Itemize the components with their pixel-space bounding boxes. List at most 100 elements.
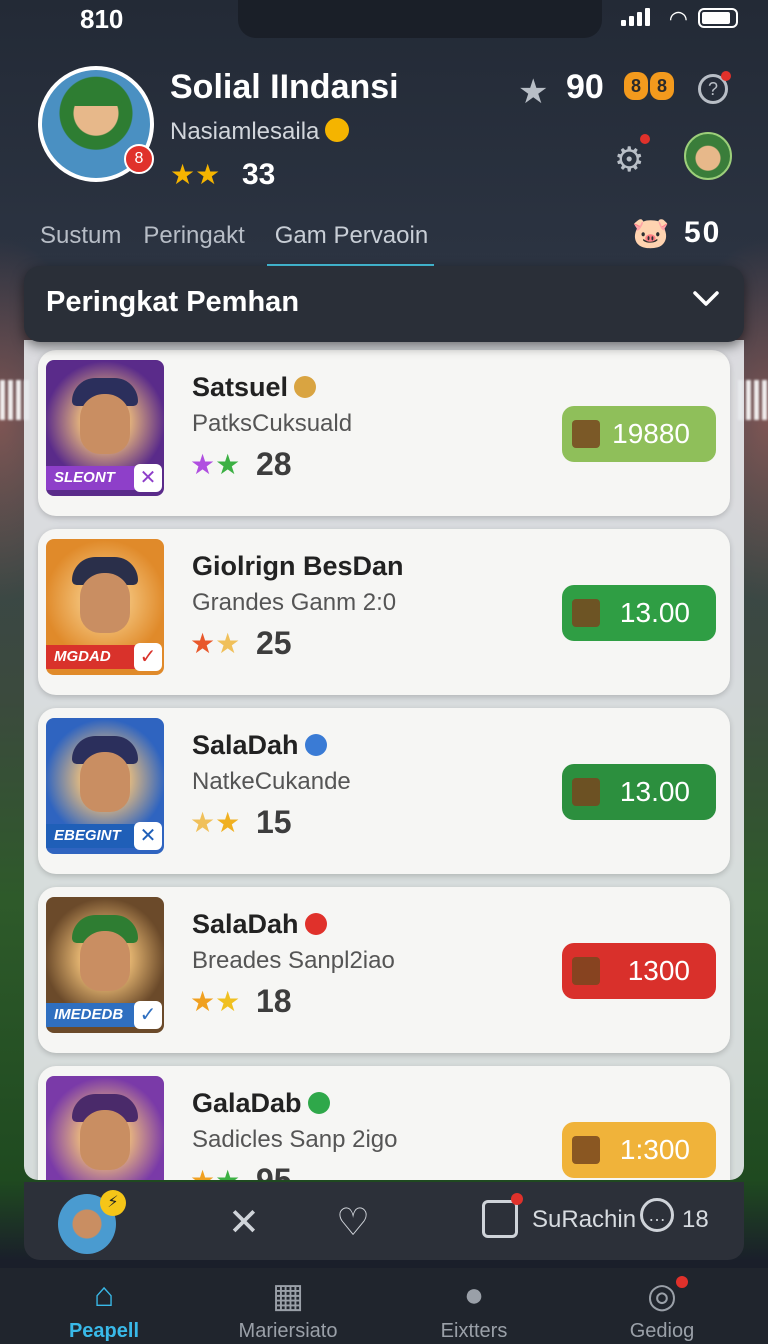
player-score: 15 [256, 804, 292, 840]
player-thumbnail [46, 1076, 164, 1180]
reward-icon [572, 1136, 600, 1164]
toolbar-avatar[interactable]: ⚡ [58, 1190, 126, 1254]
check-icon: ✓ [134, 1001, 162, 1029]
reward-button[interactable]: 1300 [562, 943, 716, 999]
friend-avatar[interactable] [684, 132, 732, 180]
player-name-line: GalaDab [192, 1088, 330, 1119]
player-score: 25 [256, 625, 292, 661]
check-icon: ✓ [134, 643, 162, 671]
notification-dot [721, 71, 731, 81]
message-icon[interactable] [482, 1193, 523, 1238]
player-status-icon [307, 1092, 330, 1114]
player-stars: ★★ [190, 448, 240, 481]
player-thumbnail: IMEDEDB ✓ [46, 897, 164, 1033]
tab-sustum[interactable]: Sustum [40, 222, 121, 268]
star-icon: ★ [190, 986, 216, 1017]
reward-button[interactable]: 19880 [562, 406, 716, 462]
player-stars: ★★ [190, 627, 240, 660]
star-icon: ★ [215, 986, 241, 1017]
player-score: 18 [256, 983, 292, 1019]
notification-dot [676, 1276, 688, 1288]
player-subtitle: Grandes Ganm 2:0 [192, 589, 397, 616]
help-icon[interactable]: ? [698, 71, 731, 104]
notification-dot [640, 134, 651, 144]
nav-label: Gediog [629, 1320, 695, 1342]
leaderboard-row[interactable]: MGDAD ✓ Giolrign BesDan Grandes Ganm 2:0 ★★ 2… [38, 529, 730, 695]
star-icon: ★ [215, 807, 241, 838]
star-icon: ★ [190, 807, 216, 838]
check-icon: ✕ [134, 464, 162, 492]
profile-stars: ★★ [170, 159, 221, 190]
nav-item-gediog[interactable]: ◎ Gediog [592, 1276, 732, 1343]
player-tag: EBEGINT [46, 824, 142, 848]
player-face [80, 573, 130, 633]
notch [238, 0, 602, 38]
nav-label: Eixtters [440, 1320, 508, 1342]
counter-value: 50 [684, 216, 722, 249]
leaderboard-row[interactable]: GalaDab Sadicles Sanp 2igo ★★ 95 1:300 [38, 1066, 730, 1180]
dropdown-label: Peringkat Pemhan [46, 286, 300, 318]
crossed-tools-icon[interactable]: ✕ [228, 1200, 260, 1245]
player-face [80, 1110, 130, 1170]
player-name: SalaDah [192, 730, 299, 760]
player-name-line: SalaDah [192, 730, 327, 761]
reward-button[interactable]: 1:300 [562, 1122, 716, 1178]
avatar-hat [72, 80, 122, 106]
ribbon-icon[interactable]: ♡ [336, 1200, 370, 1245]
reward-value: 19880 [612, 418, 690, 449]
player-name-line: SalaDah [192, 909, 327, 940]
player-status-icon [304, 734, 327, 756]
toolbar-text[interactable]: SuRachin [532, 1206, 636, 1234]
reward-icon [572, 778, 600, 806]
player-score: 28 [256, 446, 292, 482]
leaderboard-row[interactable]: EBEGINT ✕ SalaDah NatkeCukande ★★ 15 13.00 [38, 708, 730, 874]
leaderboard-row[interactable]: IMEDEDB ✓ SalaDah Breades Sanpl2iao ★★ 18 1300 [38, 887, 730, 1053]
player-name: Satsuel [192, 372, 289, 402]
reward-value: 13.00 [619, 776, 690, 807]
status-bar: 810 ◠ [0, 0, 768, 40]
player-name-line: Satsuel [192, 372, 317, 403]
nav-label: Peapell [68, 1320, 140, 1342]
ranking-dropdown[interactable]: Peringkat Pemhan [24, 266, 744, 342]
player-tag: SLEONT [46, 466, 142, 490]
star-icon: ★ [215, 449, 241, 480]
calendar-icon: ▦ [271, 1277, 305, 1315]
top-badge[interactable]: 8 8 [624, 72, 674, 100]
check-icon: ✕ [134, 822, 162, 850]
leaderboard-list: SLEONT ✕ Satsuel PatksCuksuald ★★ 28 19880 MGDA… [24, 340, 744, 1180]
pig-icon: 🐷 [632, 217, 670, 250]
player-tag: IMEDEDB [46, 1003, 142, 1027]
profile-subtitle: Nasiamlesaila [170, 118, 350, 146]
signal-icon [621, 8, 650, 26]
star-icon: ★ [215, 628, 241, 659]
player-score: 95 [256, 1162, 292, 1180]
reward-button[interactable]: 13.00 [562, 764, 716, 820]
tab-gam-pervaoin[interactable]: Gam Pervaoin [266, 222, 435, 268]
reward-value: 1300 [627, 955, 690, 986]
leaderboard-row[interactable]: SLEONT ✕ Satsuel PatksCuksuald ★★ 28 19880 [38, 350, 730, 516]
nav-item-peapell[interactable]: ⌂ Peapell [34, 1276, 174, 1343]
chat-icon[interactable]: … [640, 1198, 674, 1232]
tab-bar: Sustum Peringakt Gam Pervaoin [40, 222, 435, 268]
star-icon: ★ [190, 449, 216, 480]
bolt-icon: ⚡ [100, 1190, 126, 1216]
nav-item-eixtters[interactable]: ● Eixtters [404, 1276, 544, 1343]
profile-subtitle-text: Nasiamlesaila [170, 118, 320, 145]
reward-icon [572, 957, 600, 985]
top-badge-digit: 8 [624, 72, 648, 100]
wifi-icon: ◠ [668, 6, 688, 31]
battery-icon [698, 8, 738, 28]
reward-button[interactable]: 13.00 [562, 585, 716, 641]
tab-peringakt[interactable]: Peringakt [143, 222, 244, 268]
gear-icon[interactable]: ⚙ [614, 134, 651, 180]
player-name-line: Giolrign BesDan [192, 551, 404, 582]
reward-value: 1:300 [619, 1134, 690, 1165]
chevron-down-icon [693, 291, 719, 306]
reward-icon [572, 599, 600, 627]
nav-item-mariersiato[interactable]: ▦ Mariersiato [218, 1276, 358, 1343]
profile-score: 33 [242, 158, 276, 191]
coin-icon [325, 118, 350, 142]
player-subtitle: Breades Sanpl2iao [192, 947, 395, 974]
profile-avatar[interactable]: 8 [38, 66, 154, 182]
notification-dot [511, 1193, 523, 1205]
